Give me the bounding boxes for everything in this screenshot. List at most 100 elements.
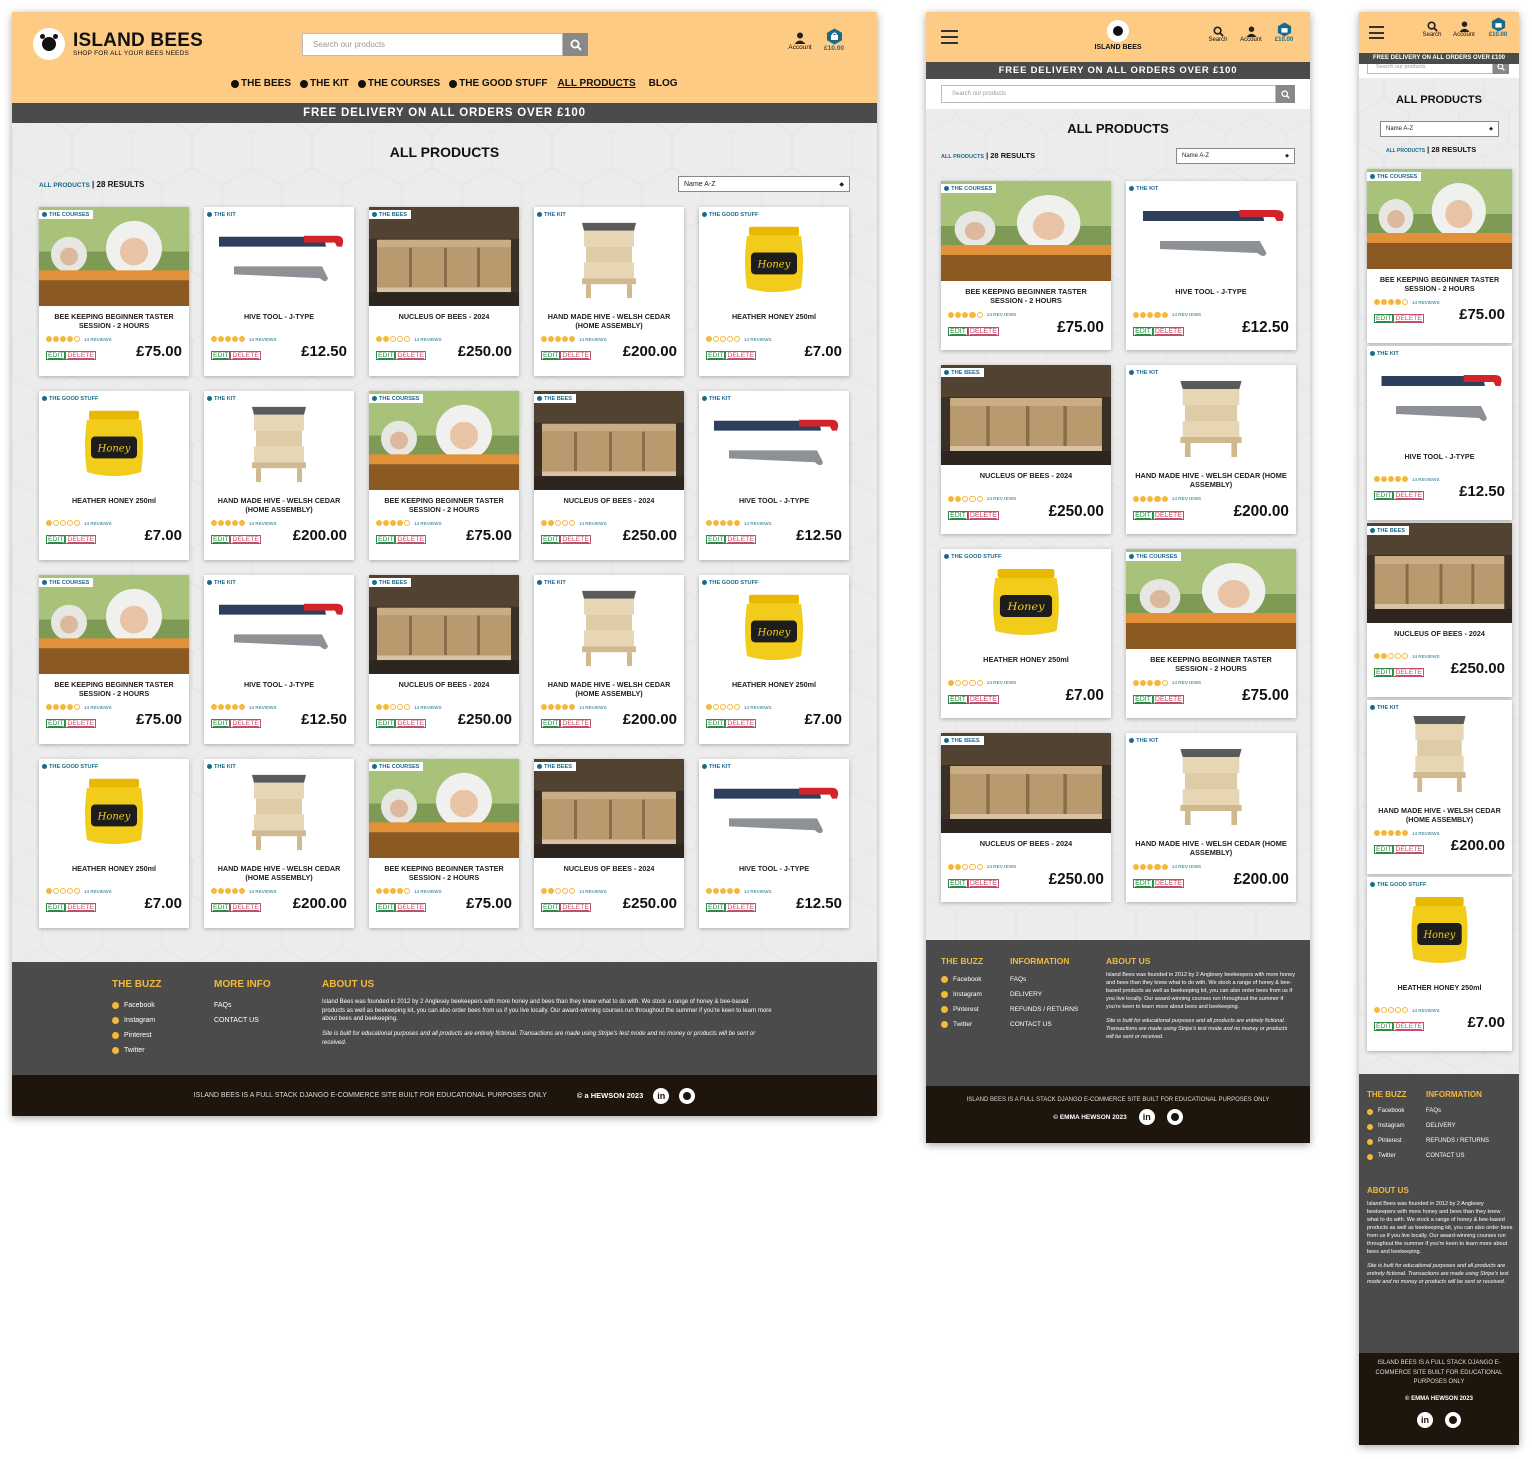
product-image[interactable]: THE COURSES xyxy=(1126,549,1296,649)
category-badge[interactable]: THE COURSES xyxy=(1126,552,1182,562)
all-products-link[interactable]: ALL PRODUCTS xyxy=(1386,148,1425,154)
product-card[interactable]: THE GOOD STUFF Honey HEATHER HONEY 250ml… xyxy=(39,759,189,928)
product-image[interactable]: THE KIT xyxy=(1367,700,1512,800)
product-image[interactable]: THE KIT xyxy=(204,575,354,674)
product-image[interactable]: THE BEES xyxy=(369,575,519,674)
product-name[interactable]: BEE KEEPING BEGINNER TASTER SESSION - 2 … xyxy=(941,281,1111,310)
category-badge[interactable]: THE BEES xyxy=(1367,526,1409,535)
category-badge[interactable]: THE COURSES xyxy=(1367,172,1422,181)
category-badge[interactable]: THE GOOD STUFF xyxy=(941,552,1006,562)
product-name[interactable]: HAND MADE HIVE - WELSH CEDAR (HOME ASSEM… xyxy=(204,858,354,886)
product-image[interactable]: THE GOOD STUFF Honey xyxy=(39,759,189,858)
footer-contact-link[interactable]: CONTACT US xyxy=(1010,1017,1078,1032)
nav-all-products[interactable]: ALL PRODUCTS xyxy=(557,78,635,89)
footer-instagram-link[interactable]: Instagram xyxy=(941,987,983,1002)
product-image[interactable]: THE BEES xyxy=(534,391,684,490)
footer-pinterest-link[interactable]: Pinterest xyxy=(112,1028,161,1043)
category-badge[interactable]: THE KIT xyxy=(204,210,240,219)
account-button[interactable]: Account xyxy=(787,32,813,51)
category-badge[interactable]: THE KIT xyxy=(204,578,240,587)
product-name[interactable]: HAND MADE HIVE - WELSH CEDAR (HOME ASSEM… xyxy=(1126,465,1296,494)
product-card[interactable]: THE BEES NUCLEUS OF BEES - 2024 14 REVIE… xyxy=(369,575,519,744)
hamburger-menu-icon[interactable] xyxy=(1369,26,1384,39)
product-card[interactable]: THE KIT HAND MADE HIVE - WELSH CEDAR (HO… xyxy=(204,759,354,928)
edit-button[interactable]: EDIT xyxy=(541,903,561,912)
edit-button[interactable]: EDIT xyxy=(376,351,396,360)
review-count[interactable]: 14 REVIEWS xyxy=(84,889,112,894)
delete-button[interactable]: DELETE xyxy=(230,351,261,360)
delete-button[interactable]: DELETE xyxy=(967,511,999,521)
review-count[interactable]: 14 REV IEWS xyxy=(1172,864,1201,869)
review-count[interactable]: 14 REV IEWS xyxy=(987,496,1016,501)
logo[interactable]: ISLAND BEES xyxy=(1086,20,1150,51)
footer-instagram-link[interactable]: Instagram xyxy=(1367,1119,1407,1134)
product-name[interactable]: BEE KEEPING BEGINNER TASTER SESSION - 2 … xyxy=(39,674,189,702)
product-card[interactable]: THE COURSES BEE KEEPING BEGINNER TASTER … xyxy=(369,759,519,928)
delete-button[interactable]: DELETE xyxy=(725,535,756,544)
category-badge[interactable]: THE GOOD STUFF xyxy=(39,394,103,403)
review-count[interactable]: 14 REVIEWS xyxy=(249,521,277,526)
edit-button[interactable]: EDIT xyxy=(948,511,968,521)
product-card[interactable]: THE BEES NUCLEUS OF BEES - 2024 14 REVIE… xyxy=(1367,523,1512,697)
delete-button[interactable]: DELETE xyxy=(560,351,591,360)
footer-pinterest-link[interactable]: Pinterest xyxy=(941,1002,983,1017)
product-name[interactable]: BEE KEEPING BEGINNER TASTER SESSION - 2 … xyxy=(39,306,189,334)
edit-button[interactable]: EDIT xyxy=(1374,668,1394,677)
category-badge[interactable]: THE KIT xyxy=(534,210,570,219)
search-button[interactable]: Search xyxy=(1206,26,1230,43)
category-badge[interactable]: THE BEES xyxy=(941,736,984,746)
category-badge[interactable]: THE GOOD STUFF xyxy=(1367,880,1431,889)
product-card[interactable]: THE KIT HIVE TOOL - J-TYPE 14 REVIEWS ED… xyxy=(204,575,354,744)
delete-button[interactable]: DELETE xyxy=(560,719,591,728)
footer-twitter-link[interactable]: Twitter xyxy=(1367,1149,1407,1164)
product-name[interactable]: NUCLEUS OF BEES - 2024 xyxy=(369,674,519,702)
category-badge[interactable]: THE KIT xyxy=(1367,349,1403,358)
delete-button[interactable]: DELETE xyxy=(395,535,426,544)
product-name[interactable]: HEATHER HONEY 250ml xyxy=(1367,977,1512,1005)
footer-facebook-link[interactable]: Facebook xyxy=(112,998,161,1013)
delete-button[interactable]: DELETE xyxy=(560,535,591,544)
category-badge[interactable]: THE GOOD STUFF xyxy=(39,762,103,771)
delete-button[interactable]: DELETE xyxy=(65,903,96,912)
nav-the-courses[interactable]: THE COURSES xyxy=(357,78,440,89)
nav-the-good-stuff[interactable]: THE GOOD STUFF xyxy=(449,78,547,89)
review-count[interactable]: 14 REV IEWS xyxy=(987,312,1016,317)
product-card[interactable]: THE BEES NUCLEUS OF BEES - 2024 14 REVIE… xyxy=(369,207,519,376)
product-card[interactable]: THE COURSES BEE KEEPING BEGINNER TASTER … xyxy=(1367,169,1512,343)
delete-button[interactable]: DELETE xyxy=(230,719,261,728)
search-button[interactable] xyxy=(563,33,588,56)
logo[interactable]: ISLAND BEES SHOP FOR ALL YOUR BEES NEEDS xyxy=(33,28,203,60)
edit-button[interactable]: EDIT xyxy=(706,535,726,544)
edit-button[interactable]: EDIT xyxy=(1133,511,1153,521)
product-card[interactable]: THE COURSES BEE KEEPING BEGINNER TASTER … xyxy=(39,575,189,744)
footer-faqs-link[interactable]: FAQs xyxy=(214,998,271,1013)
category-badge[interactable]: THE COURSES xyxy=(369,394,424,403)
review-count[interactable]: 14 REVIEWS xyxy=(1412,300,1440,305)
edit-button[interactable]: EDIT xyxy=(46,535,66,544)
review-count[interactable]: 14 REVIEWS xyxy=(414,521,442,526)
review-count[interactable]: 14 REV IEWS xyxy=(987,864,1016,869)
search-submit[interactable] xyxy=(1493,64,1509,74)
category-badge[interactable]: THE BEES xyxy=(369,210,411,219)
nav-blog[interactable]: BLOG xyxy=(649,78,678,89)
product-card[interactable]: THE KIT HAND MADE HIVE - WELSH CEDAR (HO… xyxy=(1126,365,1296,534)
delete-button[interactable]: DELETE xyxy=(967,879,999,889)
review-count[interactable]: 14 REV IEWS xyxy=(1172,680,1201,685)
product-image[interactable]: THE BEES xyxy=(941,733,1111,833)
account-button[interactable]: Account xyxy=(1238,26,1264,43)
product-image[interactable]: THE COURSES xyxy=(941,181,1111,281)
category-badge[interactable]: THE GOOD STUFF xyxy=(699,210,763,219)
product-card[interactable]: THE COURSES BEE KEEPING BEGINNER TASTER … xyxy=(369,391,519,560)
product-name[interactable]: HEATHER HONEY 250ml xyxy=(699,674,849,702)
github-icon[interactable] xyxy=(1445,1411,1461,1428)
footer-instagram-link[interactable]: Instagram xyxy=(112,1013,161,1028)
category-badge[interactable]: THE KIT xyxy=(1367,703,1403,712)
github-icon[interactable] xyxy=(679,1087,696,1104)
linkedin-icon[interactable]: in xyxy=(1417,1411,1433,1428)
category-badge[interactable]: THE KIT xyxy=(699,394,735,403)
edit-button[interactable]: EDIT xyxy=(706,903,726,912)
product-card[interactable]: THE BEES NUCLEUS OF BEES - 2024 14 REVIE… xyxy=(534,759,684,928)
delete-button[interactable]: DELETE xyxy=(1152,695,1184,705)
edit-button[interactable]: EDIT xyxy=(376,719,396,728)
github-icon[interactable] xyxy=(1166,1109,1183,1125)
